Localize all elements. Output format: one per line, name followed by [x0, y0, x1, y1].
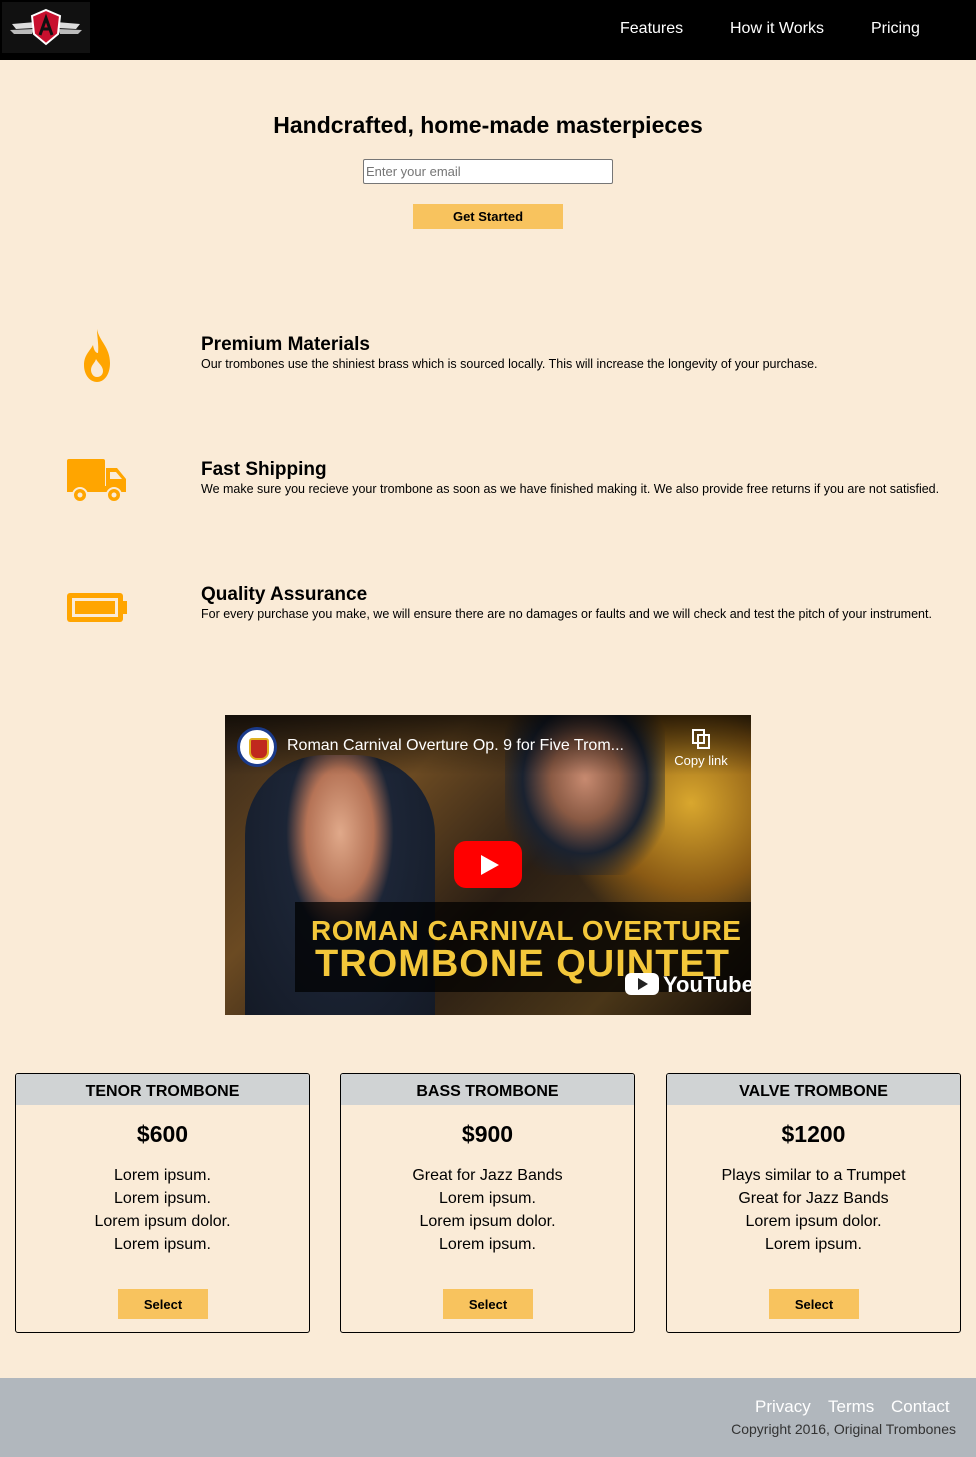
pricing-feature: Lorem ipsum.: [114, 1167, 211, 1184]
pricing-feature: Lorem ipsum.: [765, 1236, 862, 1253]
play-button[interactable]: [454, 841, 522, 888]
nav-how-it-works[interactable]: How it Works: [730, 19, 824, 39]
copy-link-label: Copy link: [674, 753, 728, 768]
fire-icon: [66, 325, 128, 387]
footer-terms-link[interactable]: Terms: [828, 1397, 874, 1417]
email-input[interactable]: [363, 159, 613, 184]
hero-title: Handcrafted, home-made masterpieces: [273, 112, 703, 138]
pricing-card-price: $600: [136, 1121, 189, 1147]
pricing-card-price: $900: [461, 1121, 514, 1147]
feature-premium-materials: Premium Materials Our trombones use the …: [0, 320, 976, 400]
pricing-card-title: TENOR TROMBONE: [16, 1074, 309, 1105]
pricing-card-tenor: TENOR TROMBONE $600 Lorem ipsum. Lorem i…: [15, 1073, 310, 1333]
video-title[interactable]: Roman Carnival Overture Op. 9 for Five T…: [287, 737, 624, 755]
channel-avatar[interactable]: [237, 727, 277, 767]
get-started-button[interactable]: Get Started: [413, 204, 563, 229]
pricing-card-bass: BASS TROMBONE $900 Great for Jazz Bands …: [340, 1073, 635, 1333]
youtube-logo[interactable]: YouTube: [625, 972, 751, 998]
select-valve-button[interactable]: Select: [769, 1289, 859, 1319]
nav-pricing[interactable]: Pricing: [871, 19, 920, 39]
pricing-card-price: $1200: [781, 1121, 846, 1147]
pricing-feature: Lorem ipsum.: [439, 1236, 536, 1253]
pricing-feature: Great for Jazz Bands: [412, 1167, 563, 1184]
pricing-card-valve: VALVE TROMBONE $1200 Plays similar to a …: [666, 1073, 961, 1333]
pricing-feature-list: Lorem ipsum. Lorem ipsum. Lorem ipsum do…: [16, 1164, 309, 1256]
pricing-card-title: BASS TROMBONE: [341, 1074, 634, 1105]
battery-icon: [66, 575, 128, 637]
pricing-feature-list: Great for Jazz Bands Lorem ipsum. Lorem …: [341, 1164, 634, 1256]
copy-icon: [692, 729, 710, 749]
pricing-feature: Lorem ipsum dolor.: [94, 1213, 231, 1230]
feature-title: Quality Assurance: [201, 584, 368, 605]
feature-fast-shipping: Fast Shipping We make sure you recieve y…: [0, 445, 976, 525]
winged-shield-logo-icon: [10, 8, 82, 46]
copy-link-button[interactable]: Copy link: [671, 729, 731, 779]
feature-text: For every purchase you make, we will ens…: [201, 607, 932, 621]
feature-text: Our trombones use the shiniest brass whi…: [201, 357, 818, 371]
pricing-card-title: VALVE TROMBONE: [667, 1074, 960, 1105]
feature-title: Premium Materials: [201, 334, 370, 355]
footer-privacy-link[interactable]: Privacy: [755, 1397, 811, 1417]
truck-icon: [66, 450, 128, 512]
feature-title: Fast Shipping: [201, 459, 327, 480]
footer-contact-link[interactable]: Contact: [891, 1397, 950, 1417]
select-tenor-button[interactable]: Select: [118, 1289, 208, 1319]
pricing-feature: Great for Jazz Bands: [738, 1190, 889, 1207]
feature-quality-assurance: Quality Assurance For every purchase you…: [0, 570, 976, 650]
select-bass-button[interactable]: Select: [443, 1289, 533, 1319]
youtube-brand: YouTube: [663, 972, 751, 997]
video-player[interactable]: Roman Carnival Overture Op. 9 for Five T…: [225, 715, 751, 1015]
youtube-play-icon: [625, 973, 659, 995]
logo[interactable]: [2, 2, 90, 53]
feature-text: We make sure you recieve your trombone a…: [201, 482, 940, 496]
pricing-feature: Lorem ipsum dolor.: [419, 1213, 556, 1230]
copyright-text: Copyright 2016, Original Trombones: [731, 1421, 956, 1437]
pricing-feature: Lorem ipsum.: [114, 1236, 211, 1253]
pricing-feature: Plays similar to a Trumpet: [721, 1167, 906, 1184]
pricing-feature: Lorem ipsum dolor.: [745, 1213, 882, 1230]
site-header: Features How it Works Pricing: [0, 0, 976, 60]
pricing-feature-list: Plays similar to a Trumpet Great for Jaz…: [667, 1164, 960, 1256]
pricing-feature: Lorem ipsum.: [439, 1190, 536, 1207]
nav-features[interactable]: Features: [620, 19, 683, 39]
site-footer: Privacy Terms Contact Copyright 2016, Or…: [0, 1378, 976, 1457]
pricing-feature: Lorem ipsum.: [114, 1190, 211, 1207]
